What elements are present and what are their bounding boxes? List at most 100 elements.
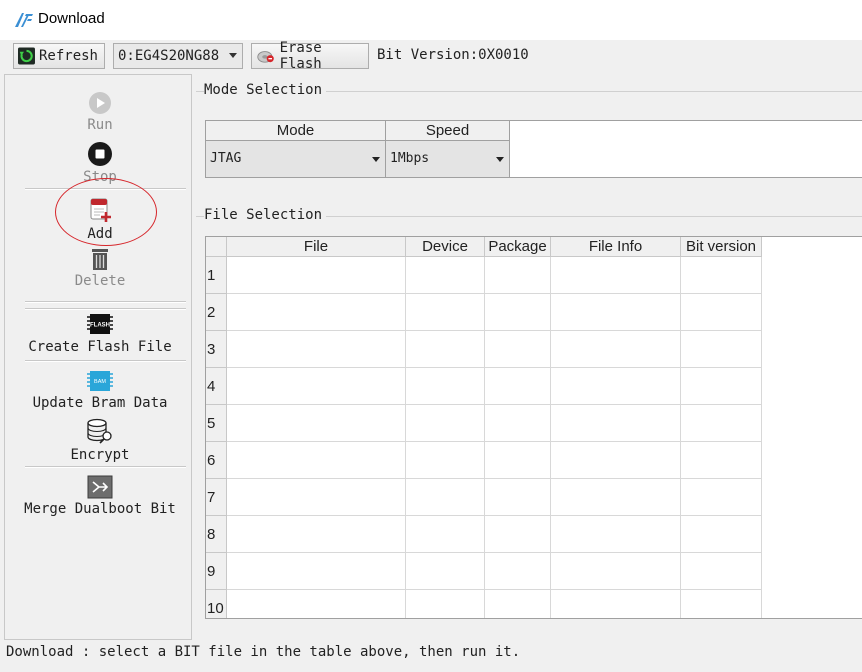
table-cell[interactable] xyxy=(227,257,406,294)
table-cell[interactable] xyxy=(485,257,551,294)
table-cell[interactable] xyxy=(485,405,551,442)
database-key-icon xyxy=(87,418,112,444)
status-text: Download : select a BIT file in the tabl… xyxy=(6,644,521,660)
update-bram-data-button[interactable]: BAM Update Bram Data xyxy=(20,369,180,411)
package-column-header[interactable]: Package xyxy=(485,237,551,257)
sidebar: Run Stop Add Delete FLASH Create Flash F… xyxy=(4,74,192,640)
device-column-header[interactable]: Device xyxy=(406,237,485,257)
table-cell[interactable] xyxy=(406,442,485,479)
table-cell[interactable] xyxy=(681,516,762,553)
mode-selection-title: Mode Selection xyxy=(204,82,327,98)
table-cell[interactable] xyxy=(406,331,485,368)
table-cell[interactable] xyxy=(681,331,762,368)
table-cell[interactable] xyxy=(485,331,551,368)
row-header[interactable]: 7 xyxy=(206,479,227,516)
run-button[interactable]: Run xyxy=(20,91,180,133)
merge-dualboot-bit-button[interactable]: Merge Dualboot Bit xyxy=(20,475,180,517)
table-cell[interactable] xyxy=(406,368,485,405)
table-cell[interactable] xyxy=(406,405,485,442)
table-cell[interactable] xyxy=(681,294,762,331)
encrypt-label: Encrypt xyxy=(70,447,130,463)
create-flash-file-button[interactable]: FLASH Create Flash File xyxy=(20,311,180,355)
table-cell[interactable] xyxy=(485,479,551,516)
corner-header[interactable] xyxy=(206,237,227,257)
table-cell[interactable] xyxy=(227,479,406,516)
stop-icon xyxy=(88,142,112,166)
table-cell[interactable] xyxy=(551,294,681,331)
file-info-column-header[interactable]: File Info xyxy=(551,237,681,257)
row-header[interactable]: 8 xyxy=(206,516,227,553)
table-cell[interactable] xyxy=(227,553,406,590)
flash-chip-icon: FLASH xyxy=(87,314,113,334)
erase-flash-button[interactable]: Erase Flash xyxy=(251,40,369,72)
row-header[interactable]: 9 xyxy=(206,553,227,590)
speed-select[interactable]: 1Mbps xyxy=(386,141,510,177)
table-cell[interactable] xyxy=(406,516,485,553)
row-header[interactable]: 2 xyxy=(206,294,227,331)
table-cell[interactable] xyxy=(406,479,485,516)
table-cell[interactable] xyxy=(485,590,551,618)
table-cell[interactable] xyxy=(551,590,681,618)
row-header[interactable]: 3 xyxy=(206,331,227,368)
update-bram-data-label: Update Bram Data xyxy=(32,395,168,411)
erase-flash-label: Erase Flash xyxy=(279,40,322,72)
table-cell[interactable] xyxy=(227,368,406,405)
chevron-down-icon xyxy=(372,157,380,162)
device-select[interactable]: 0:EG4S20NG88 xyxy=(113,43,243,69)
table-cell[interactable] xyxy=(551,257,681,294)
table-cell[interactable] xyxy=(227,294,406,331)
table-cell[interactable] xyxy=(227,590,406,618)
annotation-circle xyxy=(55,178,157,246)
table-cell[interactable] xyxy=(551,405,681,442)
row-header[interactable]: 5 xyxy=(206,405,227,442)
table-cell[interactable] xyxy=(227,405,406,442)
table-cell[interactable] xyxy=(681,368,762,405)
table-cell[interactable] xyxy=(551,331,681,368)
row-header[interactable]: 10 xyxy=(206,590,227,618)
divider xyxy=(25,308,186,310)
table-cell[interactable] xyxy=(551,516,681,553)
table-cell[interactable] xyxy=(551,368,681,405)
flash-chip-text: FLASH xyxy=(90,323,110,329)
table-cell[interactable] xyxy=(406,257,485,294)
table-cell[interactable] xyxy=(485,516,551,553)
delete-label: Delete xyxy=(74,273,126,289)
table-cell[interactable] xyxy=(485,294,551,331)
table-cell[interactable] xyxy=(406,590,485,618)
table-cell[interactable] xyxy=(485,553,551,590)
table-cell[interactable] xyxy=(681,590,762,618)
table-cell[interactable] xyxy=(227,442,406,479)
table-cell[interactable] xyxy=(681,479,762,516)
delete-button[interactable]: Delete xyxy=(20,247,180,289)
file-column-header[interactable]: File xyxy=(227,237,406,257)
table-cell[interactable] xyxy=(681,257,762,294)
table-cell[interactable] xyxy=(485,442,551,479)
table-cell[interactable] xyxy=(551,442,681,479)
merge-icon xyxy=(87,475,113,499)
mode-table: Mode Speed JTAG 1Mbps xyxy=(205,120,862,178)
table-cell[interactable] xyxy=(681,553,762,590)
row-header[interactable]: 1 xyxy=(206,257,227,294)
mode-select[interactable]: JTAG xyxy=(206,141,386,177)
row-header[interactable]: 6 xyxy=(206,442,227,479)
table-cell[interactable] xyxy=(551,479,681,516)
device-select-value: 0:EG4S20NG88 xyxy=(118,48,220,64)
bit-version-text: Bit Version:0X0010 xyxy=(377,47,529,63)
play-icon xyxy=(89,92,111,114)
table-cell[interactable] xyxy=(406,294,485,331)
table-cell[interactable] xyxy=(227,516,406,553)
table-cell[interactable] xyxy=(485,368,551,405)
bit-version-column-header[interactable]: Bit version xyxy=(681,237,762,257)
row-header[interactable]: 4 xyxy=(206,368,227,405)
divider xyxy=(25,466,186,468)
refresh-icon xyxy=(18,47,35,65)
table-cell[interactable] xyxy=(681,405,762,442)
bram-chip-text: BAM xyxy=(94,379,106,385)
refresh-label: Refresh xyxy=(38,48,98,64)
table-cell[interactable] xyxy=(227,331,406,368)
table-cell[interactable] xyxy=(551,553,681,590)
table-cell[interactable] xyxy=(406,553,485,590)
table-cell[interactable] xyxy=(681,442,762,479)
refresh-button[interactable]: Refresh xyxy=(13,43,105,69)
encrypt-button[interactable]: Encrypt xyxy=(20,417,180,463)
